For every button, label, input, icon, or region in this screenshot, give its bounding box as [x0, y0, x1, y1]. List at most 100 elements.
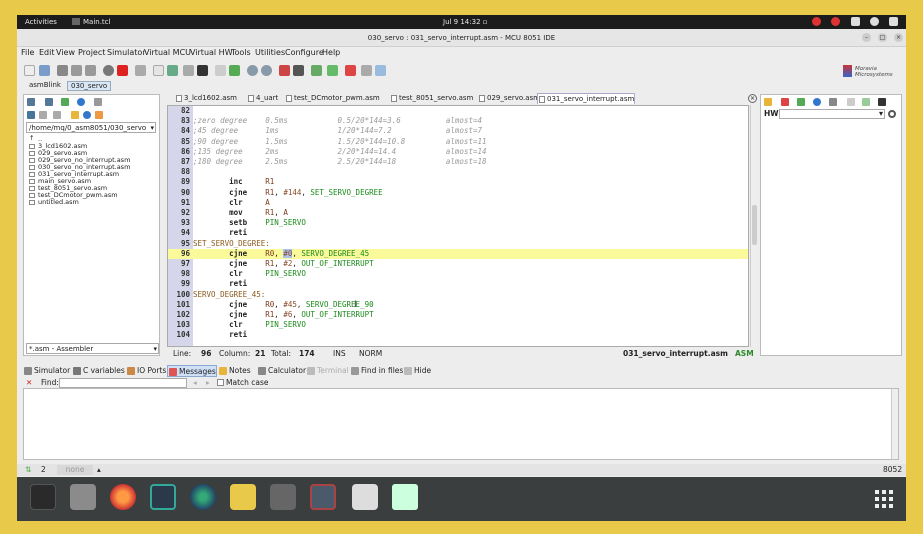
code-line[interactable]: 97 cjne R1, #2, OUT_OF_INTERRUPT: [168, 259, 748, 269]
save-all-icon[interactable]: [85, 65, 96, 76]
gimp-app-icon[interactable]: [190, 484, 216, 510]
menu-virtual-mcu[interactable]: Virtual MCU: [144, 48, 191, 57]
minimize-button[interactable]: –: [862, 33, 871, 42]
hw-icon[interactable]: [862, 98, 870, 106]
code-line[interactable]: 86 ;135 degree 2ms 2/20*144=14.4 almost=1…: [168, 147, 748, 157]
step-icon[interactable]: [215, 65, 226, 76]
copy-icon[interactable]: [153, 65, 164, 76]
run-icon[interactable]: [229, 65, 240, 76]
up-arrow-icon[interactable]: [27, 111, 35, 119]
step-over-icon[interactable]: [375, 65, 386, 76]
tab-simulator[interactable]: Simulator: [23, 365, 70, 377]
code-line[interactable]: 93 setb PIN_SERVO: [168, 218, 748, 228]
list-item[interactable]: untitled.asm: [28, 199, 156, 206]
rocket-icon[interactable]: [345, 65, 356, 76]
editor-tab[interactable]: 4_uart: [247, 93, 278, 104]
tab-c-variables[interactable]: C variables: [72, 365, 125, 377]
tab-find-in-files[interactable]: Find in files: [350, 365, 403, 377]
code-line[interactable]: 95 SET_SERVO_DEGREE:: [168, 239, 748, 249]
output-scrollbar[interactable]: [891, 389, 898, 459]
code-line[interactable]: 90 cjne R1, #144, SET_SERVO_DEGREE: [168, 188, 748, 198]
match-case-checkbox[interactable]: [217, 379, 224, 386]
tree-icon[interactable]: [797, 98, 805, 106]
code-line[interactable]: 82: [168, 106, 748, 116]
editor-tab[interactable]: test_8051_servo.asm: [390, 93, 473, 104]
find-icon[interactable]: [183, 65, 194, 76]
editor-tab-active[interactable]: 031_servo_interrupt.asm: [537, 93, 636, 104]
back-arrow-icon[interactable]: [39, 111, 47, 119]
zoom-out-icon[interactable]: [261, 65, 272, 76]
tab-calculator[interactable]: Calculator: [257, 365, 306, 377]
menu-file[interactable]: File: [21, 48, 34, 57]
code-line[interactable]: 100 SERVO_DEGREE_45:: [168, 290, 748, 300]
code-line[interactable]: 102 cjne R1, #6, OUT_OF_INTERRUPT: [168, 310, 748, 320]
document-app-icon[interactable]: [352, 484, 378, 510]
settings-gear-icon[interactable]: [888, 110, 896, 118]
refresh-icon[interactable]: [77, 98, 85, 106]
system-indicators[interactable]: [804, 17, 898, 26]
close-file-icon[interactable]: [103, 65, 114, 76]
editor-tab[interactable]: 029_servo.asm: [478, 93, 540, 104]
close-tab-icon[interactable]: ×: [748, 94, 757, 103]
close-find-icon[interactable]: ✕: [26, 378, 32, 387]
export-icon[interactable]: [327, 65, 338, 76]
menu-edit[interactable]: Edit: [39, 48, 55, 57]
code-editor[interactable]: 82 83 ;zero degree 0.5ms 0.5/20*144=3.6 al…: [167, 105, 749, 347]
clock[interactable]: Jul 9 14:32 ▫: [443, 18, 488, 26]
zoom-in-icon[interactable]: [247, 65, 258, 76]
forward-arrow-icon[interactable]: [53, 111, 61, 119]
path-select[interactable]: /home/mq/0_asm8051/030_servo ▾: [26, 122, 156, 133]
code-line[interactable]: 87 ;180 degree 2.5ms 2.5/20*144=18 almost…: [168, 157, 748, 167]
bookmark-icon[interactable]: [71, 111, 79, 119]
activities-button[interactable]: Activities: [25, 18, 57, 26]
info-icon[interactable]: [813, 98, 821, 106]
app-grid-icon[interactable]: [875, 490, 893, 508]
tab-io-ports[interactable]: IO Ports: [126, 365, 166, 377]
help-icon[interactable]: [83, 111, 91, 119]
code-line[interactable]: 83 ;zero degree 0.5ms 0.5/20*144=3.6 almo…: [168, 116, 748, 126]
first-icon[interactable]: [27, 98, 35, 106]
insert-mode[interactable]: INS: [333, 348, 346, 359]
code-line[interactable]: 94 reti: [168, 228, 748, 238]
code-line[interactable]: 101 cjne R0, #45, SERVO_DEGREE_90: [168, 300, 748, 310]
scrollbar-thumb[interactable]: [752, 205, 757, 245]
mcu-ide-app-icon[interactable]: [150, 484, 176, 510]
open-file-icon[interactable]: [39, 65, 50, 76]
editor-tab[interactable]: test_DCmotor_pwm.asm: [285, 93, 380, 104]
list-icon[interactable]: [829, 98, 837, 106]
firefox-app-icon[interactable]: [110, 484, 136, 510]
paste-icon[interactable]: [167, 65, 178, 76]
code-line[interactable]: 84 ;45 degree 1ms 1/20*144=7.2 almost=7: [168, 126, 748, 136]
pencil-icon[interactable]: [311, 65, 322, 76]
messages-output[interactable]: [23, 388, 899, 460]
reload-icon[interactable]: [135, 65, 146, 76]
last-icon[interactable]: [94, 98, 102, 106]
normal-mode[interactable]: NORM: [359, 348, 382, 359]
files-app-icon[interactable]: [70, 484, 96, 510]
terminal-app-icon[interactable]: [30, 484, 56, 510]
chevron-up-icon[interactable]: ▴: [97, 464, 101, 476]
code-line[interactable]: 103 clr PIN_SERVO: [168, 320, 748, 330]
code-line[interactable]: 99 reti: [168, 279, 748, 289]
editor-scrollbar[interactable]: [750, 105, 757, 347]
project-tab-030-servo[interactable]: 030_servo: [67, 81, 112, 91]
tree-icon[interactable]: [61, 98, 69, 106]
code-line[interactable]: 88: [168, 167, 748, 177]
list-icon[interactable]: [45, 98, 53, 106]
compile-icon[interactable]: [197, 65, 208, 76]
menu-project[interactable]: Project: [78, 48, 105, 57]
menu-view[interactable]: View: [56, 48, 75, 57]
menu-utilities[interactable]: Utilities: [255, 48, 285, 57]
star-icon[interactable]: [764, 98, 772, 106]
menu-simulator[interactable]: Simulator: [107, 48, 146, 57]
menu-virtual-hw[interactable]: Virtual HW: [190, 48, 233, 57]
code-line[interactable]: 98 clr PIN_SERVO: [168, 269, 748, 279]
app-menu[interactable]: Main.tcl: [72, 18, 110, 26]
animate-icon[interactable]: [361, 65, 372, 76]
breakpoint-icon[interactable]: [279, 65, 290, 76]
hw-select[interactable]: ▾: [779, 109, 885, 119]
save-as-icon[interactable]: [71, 65, 82, 76]
menu-help[interactable]: Help: [322, 48, 340, 57]
stop-program-icon[interactable]: [117, 65, 128, 76]
new-file-icon[interactable]: [24, 65, 35, 76]
